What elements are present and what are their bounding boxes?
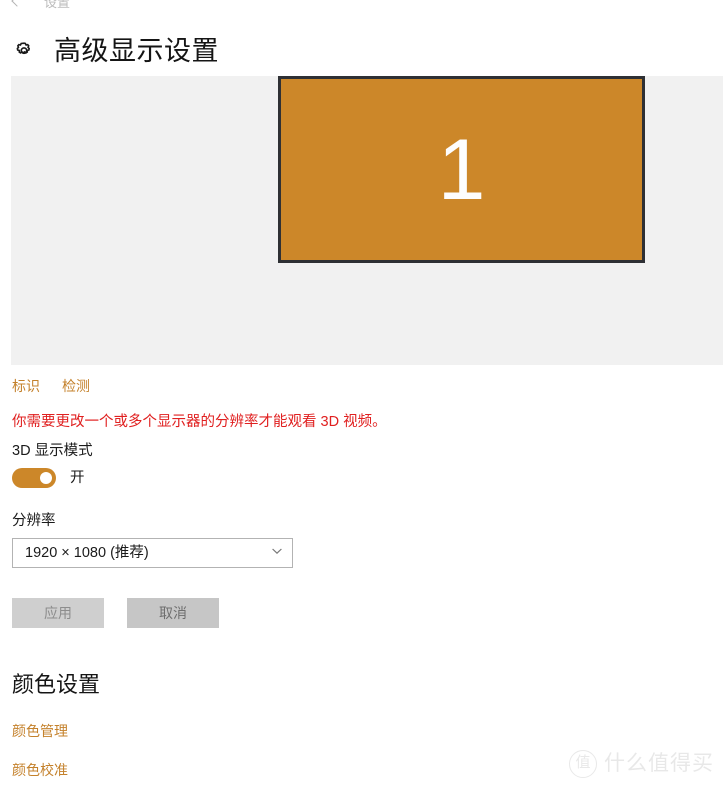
display-mode-state-label: 开 bbox=[70, 470, 85, 486]
detect-link[interactable]: 检测 bbox=[62, 377, 90, 395]
watermark-badge-icon: 值 bbox=[569, 750, 597, 778]
resolution-selected-value: 1920 × 1080 (推荐) bbox=[25, 545, 149, 561]
monitor-thumbnail-1[interactable]: 1 bbox=[278, 76, 645, 263]
apply-button[interactable]: 应用 bbox=[12, 598, 104, 628]
resolution-label: 分辨率 bbox=[12, 513, 56, 529]
back-arrow-icon[interactable] bbox=[10, 0, 24, 8]
identify-link[interactable]: 标识 bbox=[12, 377, 40, 395]
breadcrumb[interactable]: 设置 bbox=[0, 0, 70, 12]
color-settings-title: 颜色设置 bbox=[12, 672, 101, 697]
color-calibration-link[interactable]: 颜色校准 bbox=[12, 761, 68, 779]
page-header: 高级显示设置 bbox=[12, 36, 219, 66]
display-mode-toggle-row: 开 bbox=[12, 468, 85, 488]
monitor-number-label: 1 bbox=[437, 121, 486, 218]
cancel-button[interactable]: 取消 bbox=[127, 598, 219, 628]
display-mode-toggle[interactable] bbox=[12, 468, 56, 488]
breadcrumb-label: 设置 bbox=[44, 0, 71, 10]
watermark-label: 什么值得买 bbox=[604, 752, 714, 775]
display-preview-panel: 1 bbox=[11, 76, 723, 365]
chevron-down-icon bbox=[271, 544, 283, 562]
watermark: 值 什么值得买 bbox=[569, 750, 714, 778]
gear-icon bbox=[12, 39, 36, 63]
display-action-links: 标识 检测 bbox=[12, 377, 90, 395]
resolution-select[interactable]: 1920 × 1080 (推荐) bbox=[12, 538, 293, 568]
color-management-link[interactable]: 颜色管理 bbox=[12, 722, 68, 740]
form-buttons: 应用 取消 bbox=[12, 598, 219, 628]
resolution-warning-text: 你需要更改一个或多个显示器的分辨率才能观看 3D 视频。 bbox=[12, 414, 387, 430]
display-mode-label: 3D 显示模式 bbox=[12, 443, 93, 459]
toggle-knob bbox=[40, 472, 52, 484]
page-title: 高级显示设置 bbox=[54, 36, 219, 66]
